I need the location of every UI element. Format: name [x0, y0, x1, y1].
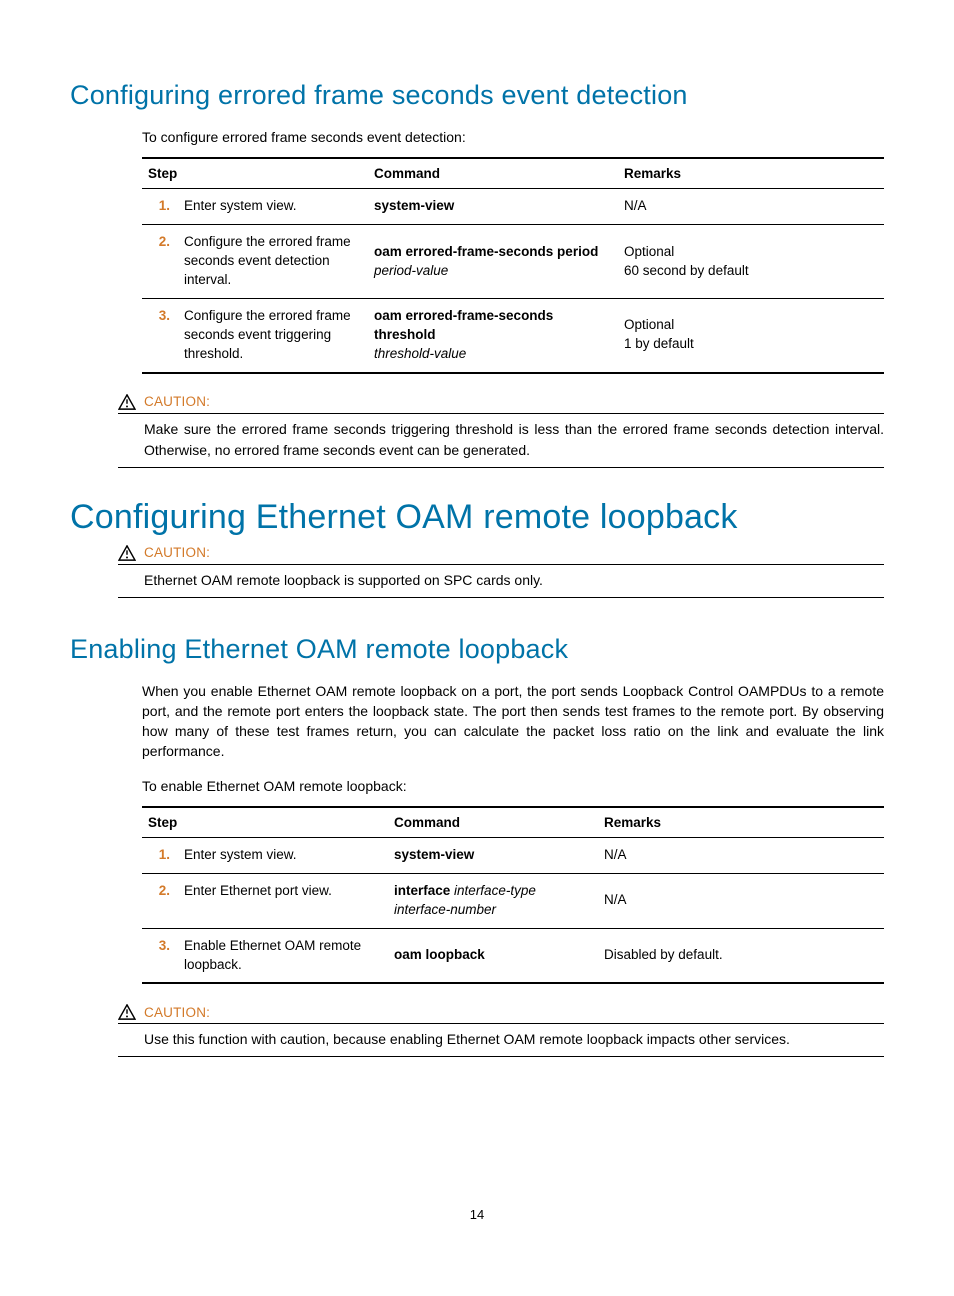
page-number: 14	[70, 1207, 884, 1222]
caution-text: Make sure the errored frame seconds trig…	[118, 419, 884, 468]
step-command: system-view	[368, 189, 618, 225]
warning-icon	[118, 1004, 136, 1020]
intro-sec1: To configure errored frame seconds event…	[142, 127, 884, 147]
step-number: 1.	[142, 189, 178, 225]
step-desc: Enable Ethernet OAM remote loopback.	[178, 928, 388, 983]
caution-box: CAUTION: Use this function with caution,…	[118, 1004, 884, 1057]
heading-sec2: Configuring Ethernet OAM remote loopback	[70, 498, 884, 537]
caution-text: Ethernet OAM remote loopback is supporte…	[118, 570, 884, 598]
caution-text: Use this function with caution, because …	[118, 1029, 884, 1057]
step-command: oam errored-frame-seconds period period-…	[368, 225, 618, 299]
step-remarks: Optional 1 by default	[618, 298, 884, 372]
th-command: Command	[368, 158, 618, 189]
th-step: Step	[142, 807, 388, 838]
intro-sec3: To enable Ethernet OAM remote loopback:	[142, 776, 884, 796]
step-desc: Enter system view.	[178, 838, 388, 874]
step-command: oam loopback	[388, 928, 598, 983]
heading-sec1: Configuring errored frame seconds event …	[70, 80, 884, 111]
th-remarks: Remarks	[618, 158, 884, 189]
step-number: 2.	[142, 225, 178, 299]
step-command: interface interface-type interface-numbe…	[388, 873, 598, 928]
th-step: Step	[142, 158, 368, 189]
step-number: 3.	[142, 298, 178, 372]
caution-box: CAUTION: Make sure the errored frame sec…	[118, 394, 884, 468]
step-desc: Enter system view.	[178, 189, 368, 225]
step-number: 2.	[142, 873, 178, 928]
table-header-row: Step Command Remarks	[142, 158, 884, 189]
caution-box: CAUTION: Ethernet OAM remote loopback is…	[118, 545, 884, 598]
step-remarks: N/A	[598, 838, 884, 874]
para-sec3: When you enable Ethernet OAM remote loop…	[142, 681, 884, 762]
caution-label: CAUTION:	[144, 394, 210, 409]
th-command: Command	[388, 807, 598, 838]
table-row: 1. Enter system view. system-view N/A	[142, 189, 884, 225]
step-number: 1.	[142, 838, 178, 874]
table-sec1: Step Command Remarks 1. Enter system vie…	[142, 157, 884, 373]
step-desc: Enter Ethernet port view.	[178, 873, 388, 928]
table-row: 2. Configure the errored frame seconds e…	[142, 225, 884, 299]
table-header-row: Step Command Remarks	[142, 807, 884, 838]
warning-icon	[118, 394, 136, 410]
step-remarks: N/A	[618, 189, 884, 225]
step-command: oam errored-frame-seconds threshold thre…	[368, 298, 618, 372]
table-row: 3. Configure the errored frame seconds e…	[142, 298, 884, 372]
step-desc: Configure the errored frame seconds even…	[178, 298, 368, 372]
caution-label: CAUTION:	[144, 545, 210, 560]
table-row: 3. Enable Ethernet OAM remote loopback. …	[142, 928, 884, 983]
heading-sec3: Enabling Ethernet OAM remote loopback	[70, 634, 884, 665]
th-remarks: Remarks	[598, 807, 884, 838]
step-desc: Configure the errored frame seconds even…	[178, 225, 368, 299]
table-row: 1. Enter system view. system-view N/A	[142, 838, 884, 874]
caution-label: CAUTION:	[144, 1005, 210, 1020]
step-command: system-view	[388, 838, 598, 874]
table-sec3: Step Command Remarks 1. Enter system vie…	[142, 806, 884, 984]
step-remarks: Optional 60 second by default	[618, 225, 884, 299]
warning-icon	[118, 545, 136, 561]
step-number: 3.	[142, 928, 178, 983]
step-remarks: Disabled by default.	[598, 928, 884, 983]
step-remarks: N/A	[598, 873, 884, 928]
table-row: 2. Enter Ethernet port view. interface i…	[142, 873, 884, 928]
